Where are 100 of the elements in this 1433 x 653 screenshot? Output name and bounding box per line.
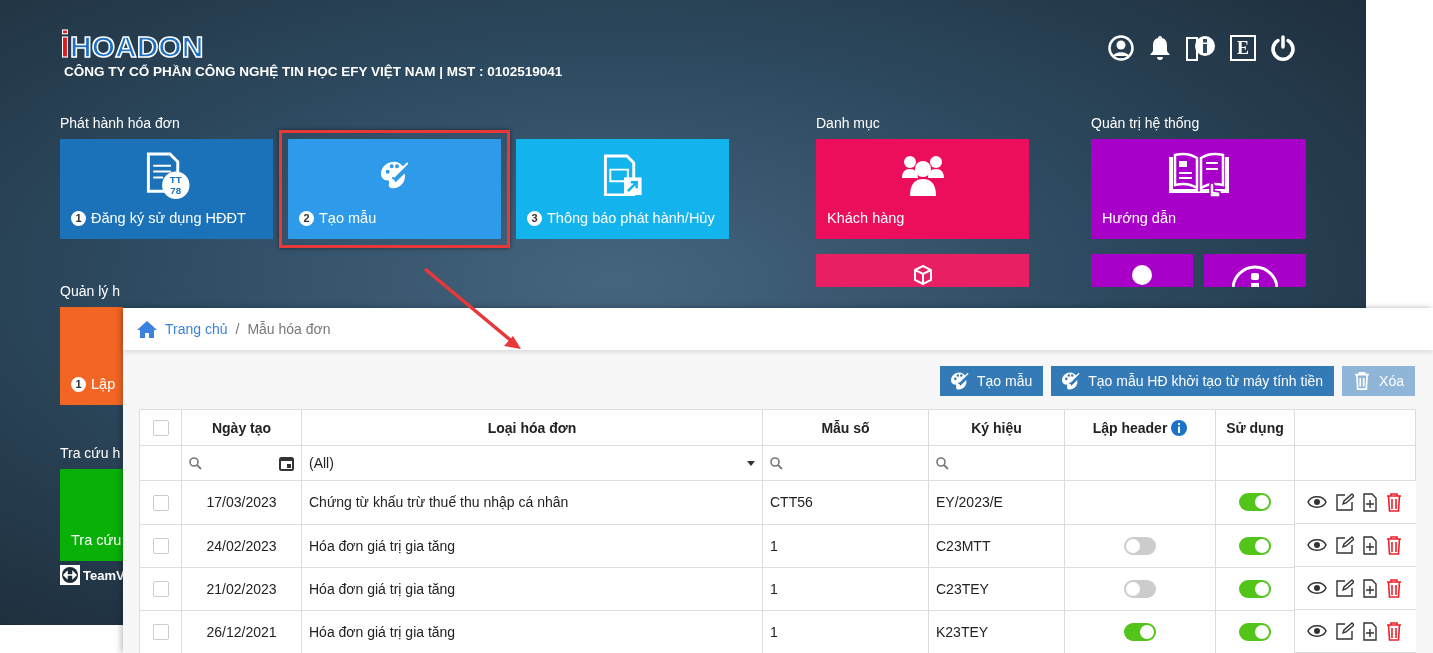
e-invoice-button[interactable]: E — [1230, 35, 1256, 61]
person-icon — [1130, 265, 1154, 287]
user-icon[interactable] — [1108, 35, 1134, 61]
column-header: Ngày tạo — [211, 419, 272, 436]
table-cell: Hóa đơn giá trị gia tăng — [309, 537, 456, 554]
home-icon[interactable] — [137, 320, 157, 338]
toggle-switch[interactable] — [1239, 493, 1271, 512]
toggle-switch[interactable] — [1239, 622, 1271, 641]
table-cell: C23MTT — [936, 537, 991, 554]
calendar-icon[interactable] — [279, 455, 294, 471]
breadcrumb-link[interactable]: Trang chủ — [165, 321, 228, 337]
eye-icon[interactable] — [1307, 495, 1327, 509]
toolbar-button[interactable]: Tạo mẫu — [939, 366, 1044, 396]
column-header: Loại hóa đơn — [487, 419, 577, 436]
table-cell: 1 — [770, 537, 778, 554]
menu-tile[interactable] — [1091, 254, 1193, 287]
menu-tile[interactable]: 1 Lập — [60, 307, 123, 405]
bell-icon[interactable] — [1148, 35, 1172, 61]
add-file-icon[interactable] — [1363, 621, 1377, 641]
logo: iHOADON — [60, 30, 204, 62]
palette-icon — [950, 372, 969, 390]
section-title: Quản lý h — [60, 283, 120, 299]
add-file-icon[interactable] — [1363, 578, 1377, 598]
menu-tile[interactable]: Hướng dẫn — [1091, 139, 1306, 239]
trash-icon[interactable] — [1386, 621, 1402, 641]
menu-tile[interactable]: 2 Tạo mẫu — [288, 139, 501, 239]
info-icon — [1232, 265, 1278, 287]
tile-label: Lập — [91, 376, 116, 392]
table-cell: 21/02/2023 — [206, 580, 277, 597]
edit-icon[interactable] — [1336, 536, 1354, 554]
section-title: Phát hành hóa đơn — [60, 115, 180, 131]
teamviewer-label: TeamV — [83, 567, 125, 583]
table-cell: CTT56 — [770, 494, 813, 511]
menu-tile[interactable] — [1204, 254, 1306, 287]
table-cell: Chứng từ khấu trừ thuế thu nhập cá nhân — [309, 494, 569, 511]
trash-icon — [1353, 372, 1372, 390]
menu-tile[interactable]: TT 78 1 Đăng ký sử dụng HĐĐT — [60, 139, 273, 239]
column-header: Lập header — [1092, 419, 1168, 436]
toggle-switch[interactable] — [1239, 536, 1271, 555]
table-cell: C23TEY — [936, 580, 989, 597]
column-header: Mẫu số — [821, 419, 870, 436]
checkbox[interactable] — [152, 538, 169, 555]
box-icon — [912, 265, 933, 285]
column-header: Ký hiệu — [971, 419, 1022, 436]
palette-icon — [380, 161, 409, 189]
tile-label: Tra cứu — [71, 532, 122, 548]
search-icon — [189, 456, 202, 470]
edit-icon[interactable] — [1336, 622, 1354, 640]
tile-label: Hướng dẫn — [1102, 210, 1177, 226]
edit-icon[interactable] — [1336, 493, 1354, 511]
guide-info-icon[interactable] — [1186, 35, 1216, 61]
step-number: 2 — [299, 210, 314, 226]
eye-icon[interactable] — [1307, 538, 1327, 552]
table-cell: Hóa đơn giá trị gia tăng — [309, 623, 456, 640]
breadcrumb-separator: / — [235, 321, 240, 337]
checkbox[interactable] — [152, 624, 169, 641]
table-cell: 24/02/2023 — [206, 537, 277, 554]
toggle-switch[interactable] — [1124, 536, 1156, 555]
menu-tile[interactable]: Khách hàng — [816, 139, 1029, 239]
table-cell: K23TEY — [936, 623, 989, 640]
power-icon[interactable] — [1270, 35, 1296, 61]
table-cell: 1 — [770, 580, 778, 597]
step-number: 3 — [527, 210, 542, 226]
add-file-icon[interactable] — [1363, 492, 1377, 512]
table-cell: 1 — [770, 623, 778, 640]
trash-icon[interactable] — [1386, 492, 1402, 512]
table-cell: Hóa đơn giá trị gia tăng — [309, 580, 456, 597]
add-file-icon[interactable] — [1363, 535, 1377, 555]
search-icon — [936, 456, 949, 470]
toggle-switch[interactable] — [1124, 579, 1156, 598]
eye-icon[interactable] — [1307, 581, 1327, 595]
tile-label: Đăng ký sử dụng HĐĐT — [91, 210, 246, 226]
toolbar-button[interactable]: Tạo mẫu HĐ khởi tạo từ máy tính tiền — [1051, 366, 1335, 396]
toggle-switch[interactable] — [1239, 579, 1271, 598]
tile-label: Tạo mẫu — [319, 210, 377, 226]
company-name: CÔNG TY CỔ PHẦN CÔNG NGHỆ TIN HỌC EFY VIỆT NAM | MST : 0102519041 — [64, 64, 563, 79]
users-icon — [900, 154, 945, 196]
table-cell: 26/12/2021 — [206, 623, 277, 640]
menu-tile[interactable]: 3 Thông báo phát hành/Hủy — [516, 139, 729, 239]
checkbox[interactable] — [152, 494, 169, 511]
palette-icon — [1062, 372, 1081, 390]
trash-icon[interactable] — [1386, 535, 1402, 555]
checkbox[interactable] — [152, 581, 169, 598]
step-number: 1 — [71, 210, 86, 226]
section-title: Quản trị hệ thống — [1091, 115, 1200, 131]
caret-icon — [747, 460, 755, 466]
table-cell: EY/2023/E — [936, 494, 1003, 511]
table-cell: 17/03/2023 — [206, 494, 277, 511]
tile-label: Thông báo phát hành/Hủy — [547, 210, 715, 226]
eye-icon[interactable] — [1307, 624, 1327, 638]
trash-icon[interactable] — [1386, 578, 1402, 598]
checkbox[interactable] — [152, 420, 169, 437]
toggle-switch[interactable] — [1124, 622, 1156, 641]
search-icon — [770, 456, 783, 470]
edit-icon[interactable] — [1336, 579, 1354, 597]
document-arrow-icon — [602, 154, 643, 196]
section-title: Danh mục — [816, 115, 880, 131]
breadcrumb-current: Mẫu hóa đơn — [247, 321, 331, 337]
menu-tile[interactable] — [816, 254, 1029, 287]
tile-label: Khách hàng — [827, 210, 905, 226]
